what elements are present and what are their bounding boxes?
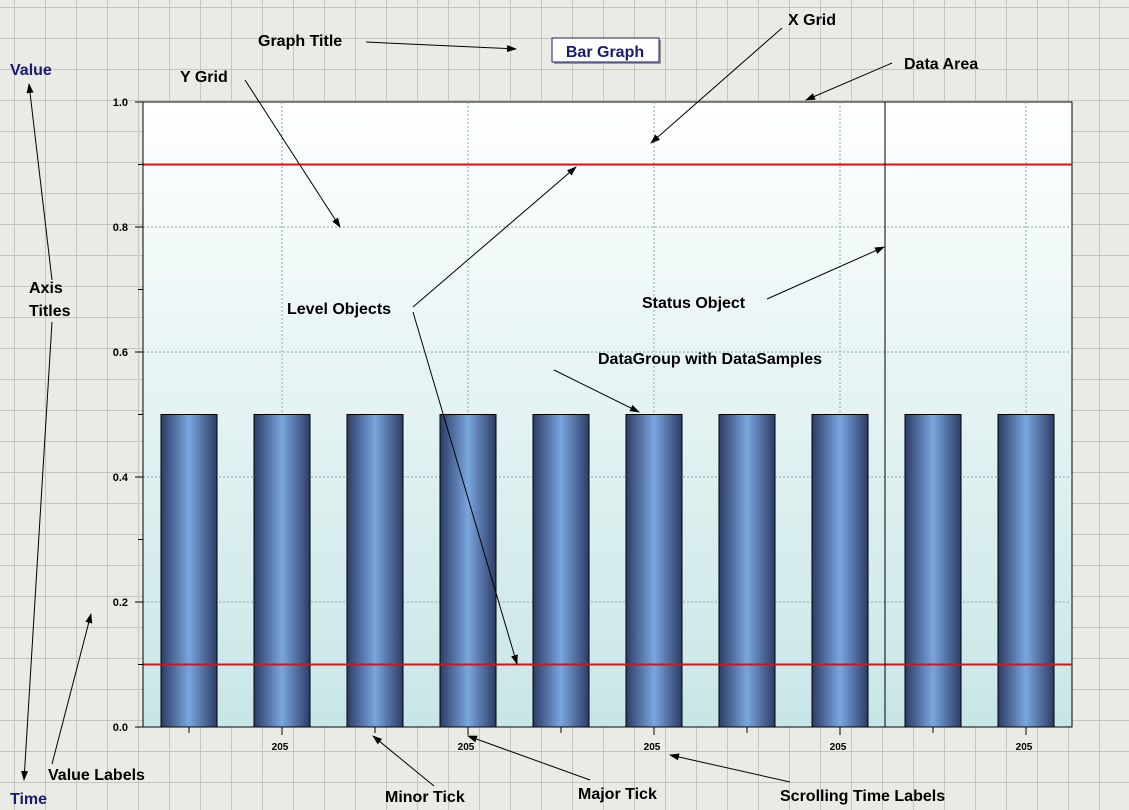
arrow-minor-tick <box>372 735 435 787</box>
bar <box>811 414 869 728</box>
arrow-axis-titles-value <box>26 83 53 281</box>
annotation-datagroup: DataGroup with DataSamples <box>598 351 822 368</box>
arrow-data-area <box>805 62 893 101</box>
x-tick-label: 205 <box>1016 742 1033 753</box>
annotation-level-objects: Level Objects <box>287 301 391 318</box>
annotation-minor-tick: Minor Tick <box>385 789 465 806</box>
y-axis-title: Value <box>10 62 52 79</box>
arrow-major-tick <box>467 735 591 781</box>
x-ticks-layer: 205 205 205 205 205 <box>188 727 1033 753</box>
arrow-axis-titles-time <box>21 321 53 781</box>
x-axis-title: Time <box>10 791 47 808</box>
arrow-graph-title <box>365 41 517 53</box>
annotation-y-grid: Y Grid <box>180 69 228 86</box>
annotation-x-grid: X Grid <box>788 12 836 29</box>
x-tick-label: 205 <box>644 742 661 753</box>
y-tick-label: 0.0 <box>113 722 128 734</box>
y-tick-label: 0.2 <box>113 597 128 609</box>
x-tick-label: 205 <box>272 742 289 753</box>
arrow-value-labels <box>51 613 93 765</box>
annotation-data-area: Data Area <box>904 56 978 73</box>
y-tick-label: 1.0 <box>113 97 128 109</box>
annotation-value-labels: Value Labels <box>48 767 145 784</box>
annotation-axis-titles-line2: Titles <box>29 303 71 320</box>
y-tick-label: 0.6 <box>113 347 128 359</box>
chart-stage: 0.0 0.2 0.4 0.6 0.8 1.0 205 205 205 205 205 Bar G… <box>10 12 1073 808</box>
y-tick-label: 0.4 <box>113 472 129 484</box>
bar <box>625 414 683 728</box>
graph-title-box: Bar Graph <box>551 37 661 64</box>
arrow-scrolling-time-labels <box>669 753 791 783</box>
bar <box>253 414 311 728</box>
annotation-status-object: Status Object <box>642 295 746 312</box>
bar <box>439 414 497 728</box>
bar <box>997 414 1055 728</box>
bar <box>904 414 962 728</box>
annotation-scrolling-time-labels: Scrolling Time Labels <box>780 788 945 805</box>
annotation-graph-title: Graph Title <box>258 33 342 50</box>
bar <box>718 414 776 728</box>
bar <box>532 414 590 728</box>
annotation-axis-titles-line1: Axis <box>29 280 63 297</box>
annotation-major-tick: Major Tick <box>578 786 657 803</box>
x-tick-label: 205 <box>830 742 847 753</box>
y-tick-label: 0.8 <box>113 222 128 234</box>
y-ticks-layer: 0.0 0.2 0.4 0.6 0.8 1.0 <box>113 97 143 734</box>
bar <box>160 414 218 728</box>
graph-title: Bar Graph <box>566 44 644 61</box>
x-tick-label: 205 <box>458 742 475 753</box>
bar <box>346 414 404 728</box>
